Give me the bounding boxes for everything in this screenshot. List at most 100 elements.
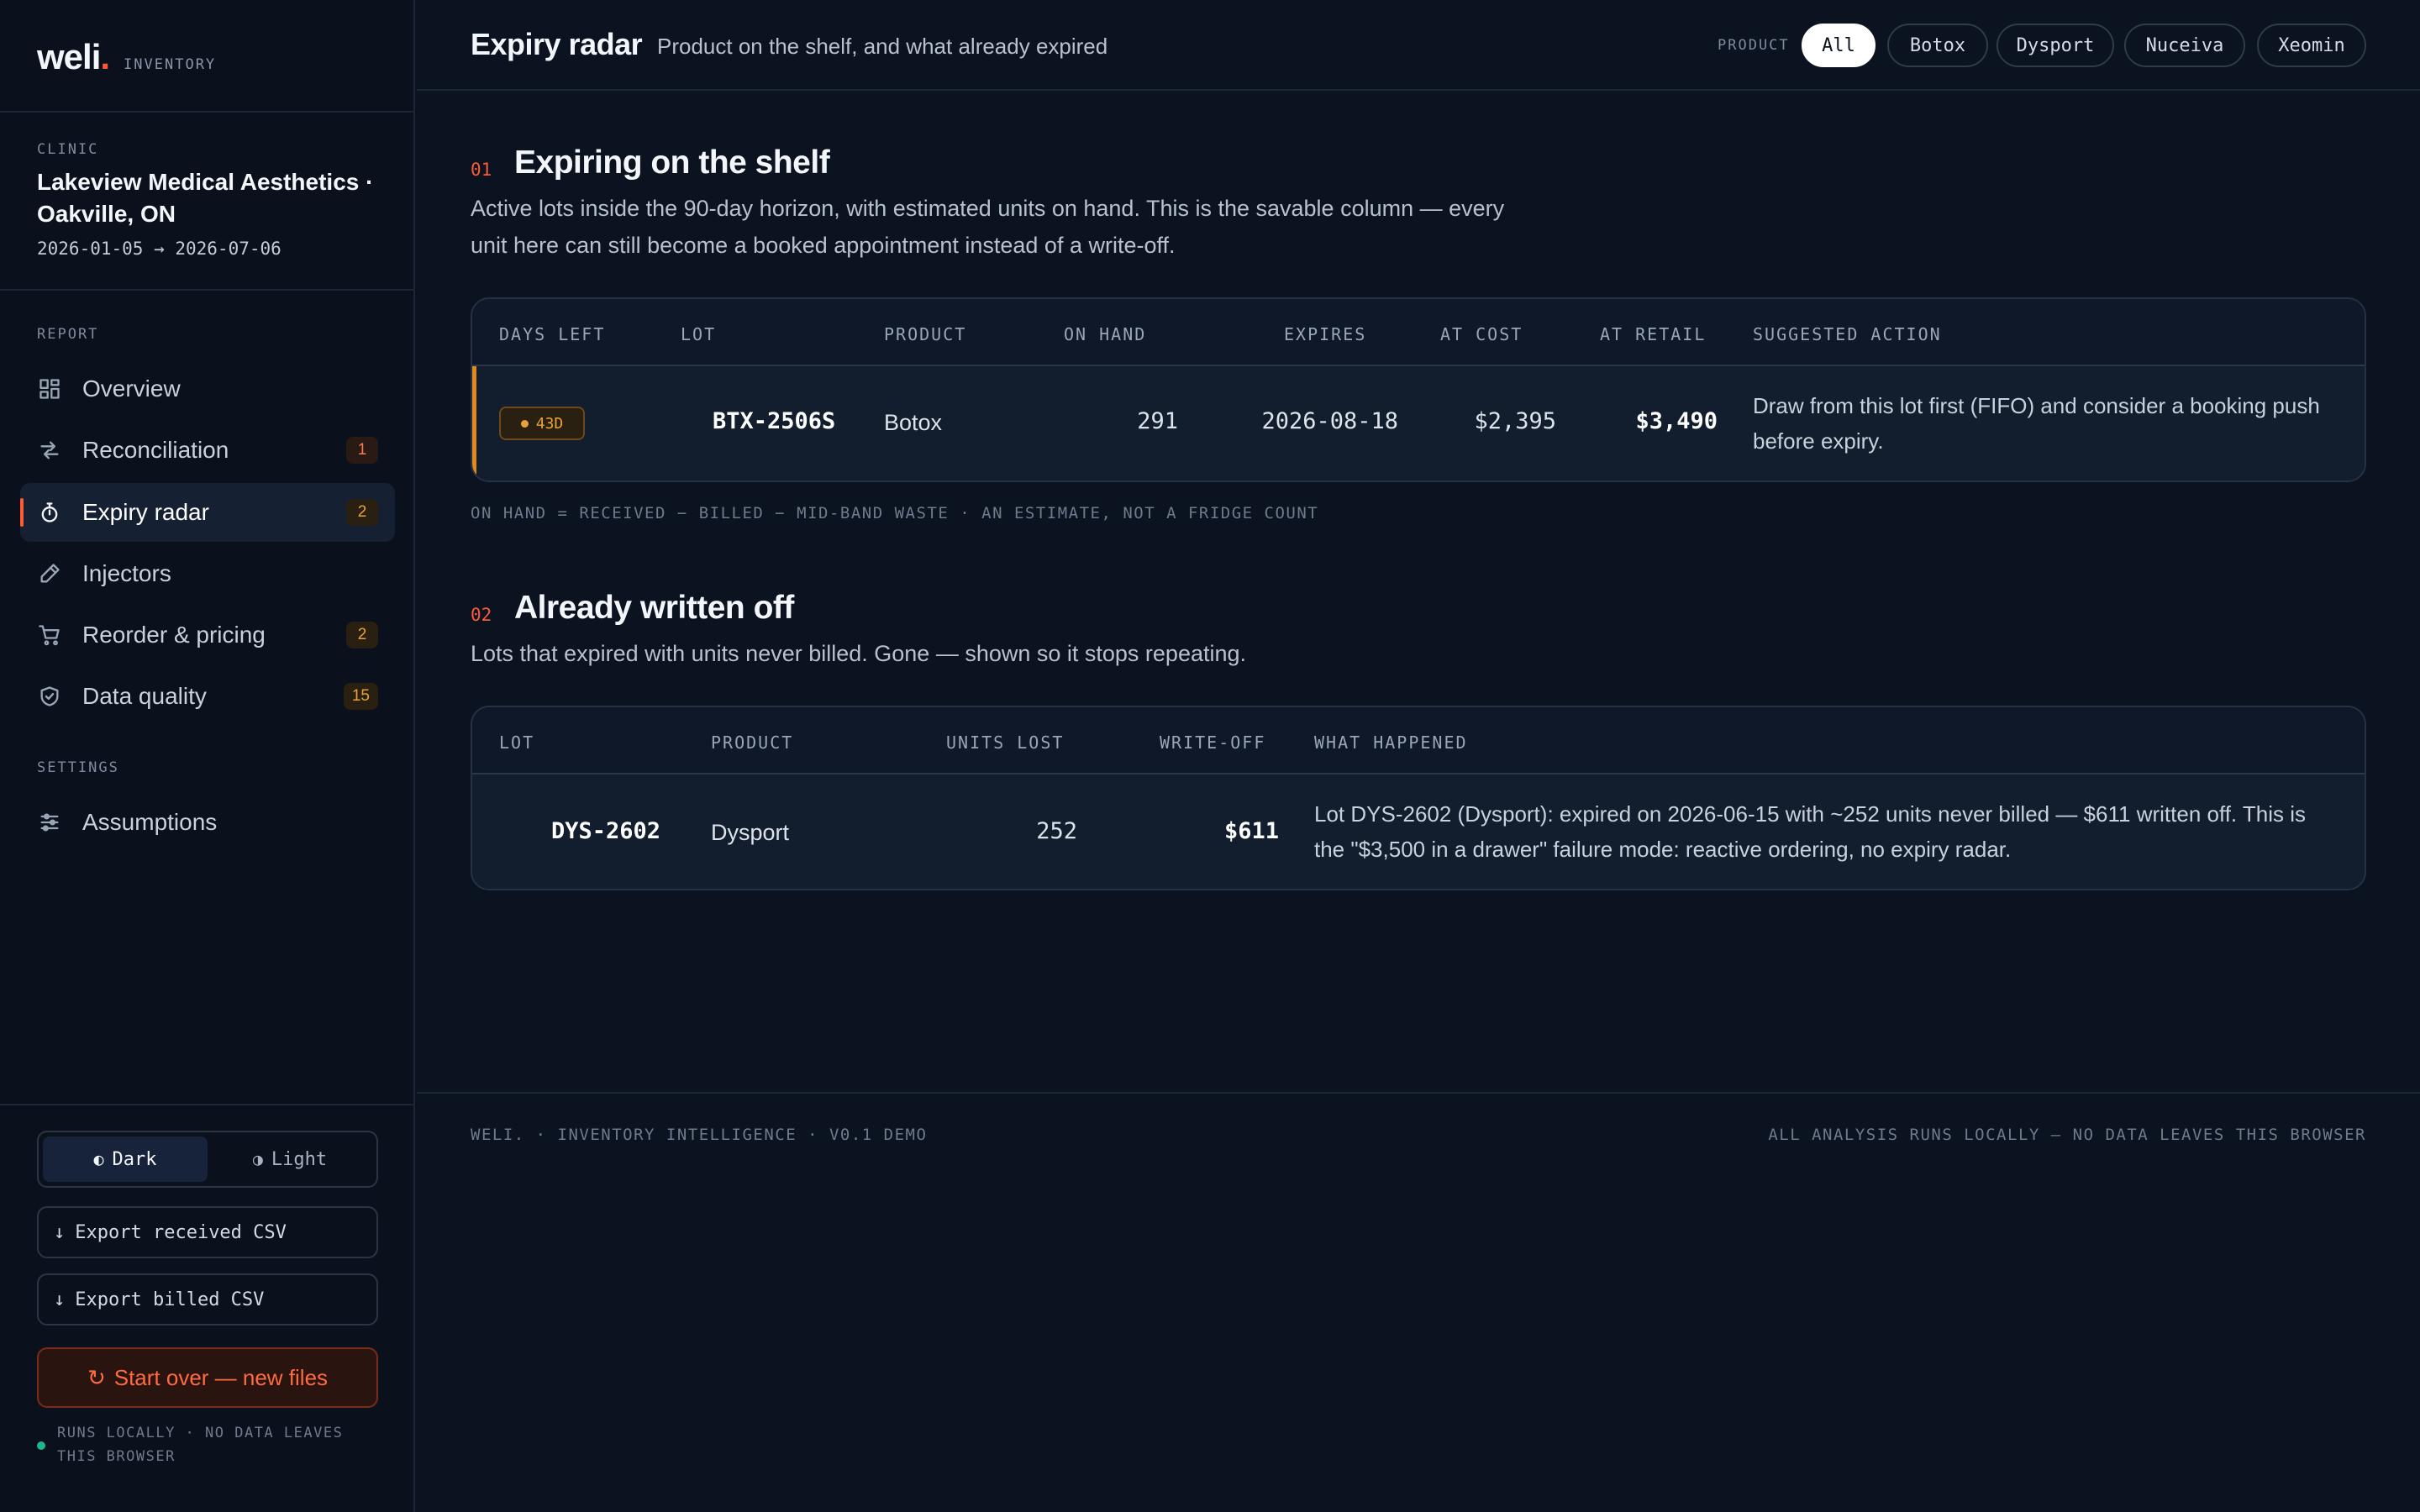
lot-id: DYS-2602 (551, 818, 661, 844)
table-header: DAYS LEFT LOT PRODUCT ON HAND EXPIRES AT… (472, 299, 2365, 366)
column-header: AT COST (1440, 324, 1523, 344)
sidebar-item-reconciliation[interactable]: Reconciliation 1 (20, 421, 395, 480)
column-header: WHAT HAPPENED (1314, 732, 1468, 753)
table-row[interactable]: 43D BTX-2506S Botox 291 2026-08-18 $2,39… (472, 366, 2365, 480)
sidebar-divider (0, 289, 415, 291)
table-header: LOT PRODUCT UNITS LOST WRITE-OFF WHAT HA… (472, 707, 2365, 774)
column-header: EXPIRES (1284, 324, 1367, 344)
sidebar: weli . INVENTORY CLINIC Lakeview Medical… (0, 0, 415, 1512)
units-lost: 252 (1036, 818, 1077, 844)
sidebar-item-label: Overview (82, 375, 181, 402)
grid-icon (37, 376, 62, 402)
value-at-retail: $3,490 (1635, 408, 1718, 434)
written-off-table: LOT PRODUCT UNITS LOST WRITE-OFF WHAT HA… (471, 706, 2366, 890)
on-hand-units: 291 (1137, 408, 1178, 434)
suggested-action: Draw from this lot first (FIFO) and cons… (1753, 393, 2320, 454)
expiry-date: 2026-08-18 (1261, 408, 1398, 434)
days-left-badge: 43D (499, 407, 585, 440)
start-over-label: Start over — new files (113, 1364, 329, 1390)
filter-chip-nuceiva[interactable]: Nuceiva (2124, 24, 2245, 67)
clinic-label: CLINIC (37, 141, 99, 158)
column-header: SUGGESTED ACTION (1753, 324, 1942, 344)
cart-icon (37, 622, 62, 648)
sidebar-item-injectors[interactable]: Injectors (20, 544, 395, 603)
product-filter-label: PRODUCT (1718, 37, 1790, 54)
sidebar-divider (0, 111, 415, 113)
days-left-value: 43D (535, 414, 564, 433)
filter-chip-botox[interactable]: Botox (1887, 24, 1988, 67)
shield-check-icon (37, 684, 62, 709)
logo[interactable]: weli . INVENTORY (37, 37, 216, 79)
theme-light-option[interactable]: ◑ Light (208, 1137, 372, 1182)
sidebar-item-assumptions[interactable]: Assumptions (20, 793, 395, 852)
column-header: LOT (681, 324, 717, 344)
export-billed-button[interactable]: ↓ Export billed CSV (37, 1273, 378, 1326)
logo-subtitle: INVENTORY (124, 56, 217, 73)
sidebar-item-label: Reconciliation (82, 437, 229, 463)
filter-chip-xeomin[interactable]: Xeomin (2257, 24, 2366, 67)
theme-light-label: Light (271, 1148, 328, 1170)
export-received-button[interactable]: ↓ Export received CSV (37, 1206, 378, 1258)
section-number: 01 (471, 160, 492, 180)
theme-toggle: ◐ Dark ◑ Light (37, 1131, 378, 1188)
column-header: DAYS LEFT (499, 324, 606, 344)
export-received-label: Export received CSV (75, 1221, 287, 1243)
download-arrow-icon: ↓ (54, 1221, 66, 1243)
data-quality-count-badge: 15 (343, 683, 378, 710)
start-over-button[interactable]: ↻ Start over — new files (37, 1347, 378, 1408)
logo-dot: . (100, 37, 111, 76)
lot-id: BTX-2506S (713, 408, 836, 434)
clinic-date-range: 2026-01-05 → 2026-07-06 (37, 239, 281, 259)
sidebar-item-reorder-pricing[interactable]: Reorder & pricing 2 (20, 606, 395, 664)
sidebar-item-label: Data quality (82, 683, 207, 709)
sidebar-item-expiry-radar[interactable]: Expiry radar 2 (20, 483, 395, 542)
sidebar-item-data-quality[interactable]: Data quality 15 (20, 667, 395, 726)
product-name: Botox (884, 410, 943, 435)
section-title-written-off: Already written off (514, 590, 794, 626)
theme-dark-option[interactable]: ◐ Dark (43, 1137, 208, 1182)
column-header: PRODUCT (711, 732, 794, 753)
sidebar-item-label: Expiry radar (82, 499, 209, 525)
half-moon-icon: ◐ (93, 1149, 104, 1169)
sidebar-item-label: Injectors (82, 560, 171, 586)
filter-chip-all[interactable]: All (1802, 24, 1876, 67)
page-subtitle: Product on the shelf, and what already e… (657, 34, 1108, 59)
settings-section-label: SETTINGS (37, 759, 119, 776)
report-section-label: REPORT (37, 326, 99, 343)
column-header: UNITS LOST (946, 732, 1065, 753)
section-title-expiring: Expiring on the shelf (514, 144, 830, 181)
column-header: AT RETAIL (1600, 324, 1707, 344)
arrows-swap-icon (37, 438, 62, 463)
column-header: WRITE-OFF (1160, 732, 1266, 753)
pen-icon (37, 561, 62, 586)
table-row[interactable]: DYS-2602 Dysport 252 $611 Lot DYS-2602 (… (472, 774, 2365, 889)
reorder-count-badge: 2 (346, 622, 378, 648)
sidebar-divider (0, 1104, 415, 1105)
sidebar-item-overview[interactable]: Overview (20, 360, 395, 418)
sliders-icon (37, 810, 62, 835)
column-header: PRODUCT (884, 324, 967, 344)
local-processing-note: RUNS LOCALLY · NO DATA LEAVES THIS BROWS… (37, 1421, 390, 1468)
export-billed-label: Export billed CSV (75, 1289, 265, 1310)
refresh-icon: ↻ (87, 1364, 106, 1390)
sidebar-item-label: Assumptions (82, 809, 218, 835)
on-hand-footnote: ON HAND = RECEIVED − BILLED − MID-BAND W… (471, 504, 1319, 522)
stopwatch-icon (37, 500, 62, 525)
clinic-name: Lakeview Medical Aesthetics · Oakville, … (37, 169, 374, 227)
section-description-written-off: Lots that expired with units never bille… (471, 641, 1247, 666)
column-header: ON HAND (1064, 324, 1147, 344)
section-number: 02 (471, 605, 492, 625)
expiring-lots-table: DAYS LEFT LOT PRODUCT ON HAND EXPIRES AT… (471, 297, 2366, 482)
expiry-count-badge: 2 (346, 499, 378, 526)
filter-chip-dysport[interactable]: Dysport (1996, 24, 2114, 67)
what-happened: Lot DYS-2602 (Dysport): expired on 2026-… (1314, 801, 2307, 862)
reconciliation-count-badge: 1 (346, 437, 378, 464)
logo-word: weli (37, 37, 101, 76)
warning-dot-icon (520, 419, 529, 428)
sidebar-item-label: Reorder & pricing (82, 622, 266, 648)
page-title: Expiry radar (471, 27, 643, 61)
write-off-amount: $611 (1223, 818, 1279, 844)
top-bar: Expiry radar Product on the shelf, and w… (417, 0, 2420, 91)
row-warning-accent (472, 366, 476, 480)
half-sun-icon: ◑ (252, 1149, 263, 1169)
